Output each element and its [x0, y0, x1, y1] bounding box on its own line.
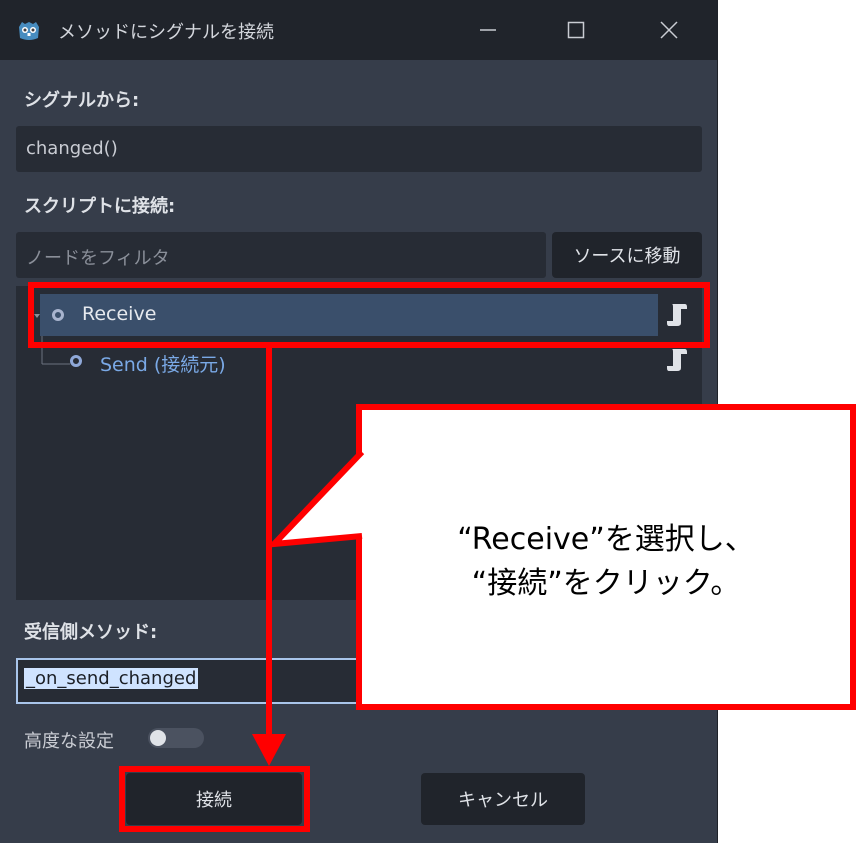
from-signal-label: シグナルから:: [24, 90, 140, 111]
maximize-button[interactable]: [552, 12, 600, 48]
window-title: メソッドにシグナルを接続: [58, 22, 274, 43]
annotation-callout: “Receive”を選択し、 “接続”をクリック。: [356, 404, 856, 710]
close-icon: [660, 21, 678, 39]
node-filter-input[interactable]: ノードをフィルタ: [16, 232, 546, 278]
receiver-method-value: _on_send_changed: [24, 668, 199, 689]
annotation-arrow-head: [252, 734, 286, 766]
signal-field: changed(): [16, 126, 702, 172]
cancel-button[interactable]: キャンセル: [421, 773, 585, 825]
annotation-line-1: “Receive”を選択し、: [457, 522, 755, 557]
advanced-settings-label: 高度な設定: [24, 731, 114, 752]
receiver-method-input[interactable]: _on_send_changed: [16, 658, 360, 704]
close-button[interactable]: [645, 12, 693, 48]
goto-source-button[interactable]: ソースに移動: [552, 232, 702, 278]
highlight-receive-box: [28, 282, 710, 348]
godot-icon: [19, 22, 39, 40]
node-filter-placeholder: ノードをフィルタ: [26, 248, 170, 269]
advanced-settings-toggle[interactable]: [148, 728, 204, 748]
highlight-connect-box: [119, 766, 310, 832]
minimize-icon: [480, 29, 496, 31]
node-circle-icon: [70, 355, 82, 367]
maximize-icon: [567, 21, 585, 39]
minimize-button[interactable]: [464, 12, 512, 48]
signal-value: changed(): [26, 138, 118, 159]
script-icon[interactable]: [666, 348, 688, 372]
receiver-method-label: 受信側メソッド:: [24, 622, 158, 643]
tree-item-send[interactable]: Send (接続元): [60, 348, 460, 378]
tree-item-label: Send (接続元): [100, 354, 226, 376]
callout-tail: [270, 450, 365, 548]
connect-to-script-label: スクリプトに接続:: [24, 196, 176, 217]
toggle-knob: [150, 730, 166, 746]
annotation-line-2: “接続”をクリック。: [471, 566, 741, 601]
title-bar: メソッドにシグナルを接続: [0, 0, 717, 60]
